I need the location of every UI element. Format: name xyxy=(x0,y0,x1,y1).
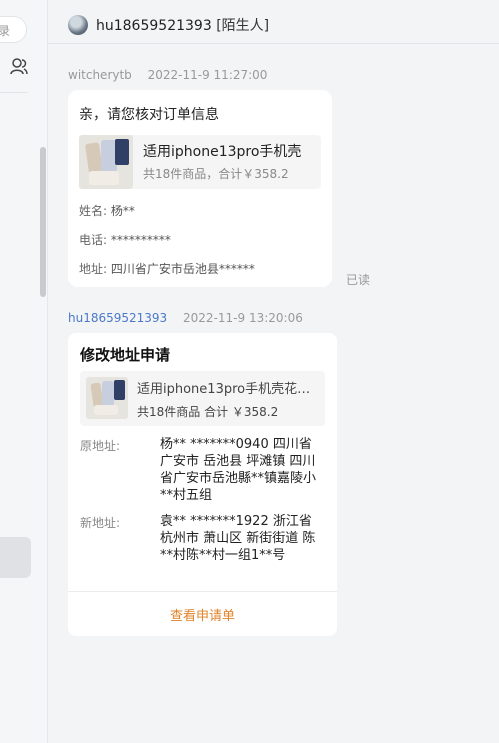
new-address-text: 袁** *******1922 浙江省 杭州市 萧山区 新街街道 陈**村陈**… xyxy=(160,514,316,563)
product-thumbnail xyxy=(79,135,133,189)
sender-name: hu18659521393 xyxy=(68,311,168,325)
chat-header: hu18659521393 [陌生人] xyxy=(48,0,499,44)
new-address-label: 新地址: xyxy=(80,516,121,530)
greeting-text: 亲，请您核对订单信息 xyxy=(79,107,219,123)
product-card[interactable]: 适用iphone13pro手机壳 共18件商品，合计￥358.2 xyxy=(79,135,321,189)
chat-title: hu18659521393 [陌生人] xyxy=(96,15,269,35)
avatar[interactable] xyxy=(68,15,88,35)
message-meta: hu18659521393 2022-11-9 13:20:06 xyxy=(68,311,303,325)
product-summary: 共18件商品 合计 ￥358.2 xyxy=(137,405,279,419)
contacts-icon[interactable] xyxy=(9,57,29,77)
address-row: 地址: 四川省广安市岳池县****** xyxy=(79,262,255,276)
card-divider xyxy=(68,591,337,592)
phone-row: 电话: ********** xyxy=(79,233,171,247)
sidebar-scrollbar[interactable] xyxy=(40,147,46,297)
selected-conversation-item[interactable] xyxy=(0,537,31,578)
address-change-card: 修改地址申请 适用iphone13pro手机壳花… 共18件商品 合计 ￥358… xyxy=(68,333,337,636)
old-address-label: 原地址: xyxy=(80,439,121,453)
chat-username: hu18659521393 xyxy=(96,18,212,34)
read-status: 已读 xyxy=(346,273,371,287)
sidebar-divider xyxy=(0,92,28,93)
name-row: 姓名: 杨** xyxy=(79,204,135,218)
conversation-sidebar: 录 xyxy=(0,0,48,743)
message-meta: witcherytb 2022-11-9 11:27:00 xyxy=(68,68,267,82)
old-address-text: 杨** *******0940 四川省 广安市 岳池县 坪滩镇 四川省广安市岳池… xyxy=(160,437,317,503)
message-time: 2022-11-9 11:27:00 xyxy=(147,68,268,82)
product-name: 适用iphone13pro手机壳花… xyxy=(137,382,311,397)
stranger-tag: [陌生人] xyxy=(216,18,270,34)
message-time: 2022-11-9 13:20:06 xyxy=(183,311,303,325)
product-summary: 共18件商品，合计￥358.2 xyxy=(143,167,289,181)
product-card[interactable]: 适用iphone13pro手机壳花… 共18件商品 合计 ￥358.2 xyxy=(80,371,325,426)
product-name: 适用iphone13pro手机壳 xyxy=(143,144,302,160)
search-input[interactable]: 录 xyxy=(0,16,27,43)
card-title: 修改地址申请 xyxy=(80,346,171,364)
view-request-button[interactable]: 查看申请单 xyxy=(68,605,337,624)
product-thumbnail xyxy=(86,377,128,419)
sender-name: witcherytb xyxy=(68,68,132,82)
search-placeholder: 录 xyxy=(0,22,10,39)
order-confirm-bubble: 亲，请您核对订单信息 适用iphone13pro手机壳 共18件商品，合计￥35… xyxy=(68,90,332,287)
